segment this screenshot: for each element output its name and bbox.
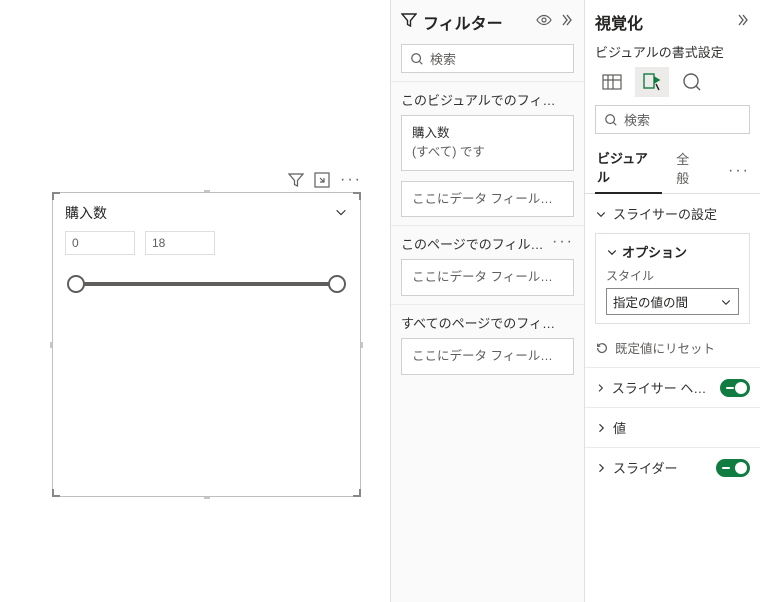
tab-visual[interactable]: ビジュアル [595,148,662,194]
options-title[interactable]: オプション [606,242,739,261]
slicer-header-row[interactable]: スライサー ヘッ… [585,367,760,407]
reset-to-default[interactable]: 既定値にリセット [585,332,760,367]
slider-row[interactable]: スライダー [585,447,760,487]
slider-min-input[interactable] [65,231,135,255]
range-slider[interactable] [67,271,346,311]
more-icon[interactable]: ··· [728,163,750,179]
visualizations-panel: 視覚化 ビジュアルの書式設定 検索 ビジュアル 全般 ··· スライサーの設定 [584,0,760,602]
viz-search[interactable]: 検索 [595,105,750,134]
build-visual-icon[interactable] [595,67,629,97]
style-label: スタイル [606,267,739,284]
filter-icon [401,12,417,33]
filter-search[interactable]: 検索 [401,44,574,73]
filter-drop-all[interactable]: ここにデータ フィールド… [401,338,574,375]
filter-section-visual-label: このビジュアルでのフィルター… [401,90,561,109]
filters-panel: フィルター 検索 このビジュアルでのフィルター… 購入数 (すべて) です ここ… [390,0,584,602]
filter-drop-page[interactable]: ここにデータ フィールド… [401,259,574,296]
expand-icon[interactable] [558,12,574,33]
viz-subtitle: ビジュアルの書式設定 [585,42,760,67]
filter-drop-visual[interactable]: ここにデータ フィールド… [401,181,574,218]
viz-search-placeholder: 検索 [624,110,650,129]
eye-icon[interactable] [536,12,552,33]
filters-title: フィルター [423,10,503,34]
toggle-slicer-header[interactable] [720,379,750,397]
analytics-icon[interactable] [675,67,709,97]
tab-general[interactable]: 全般 [674,149,704,193]
style-select[interactable]: 指定の値の間 [606,288,739,315]
more-options-icon[interactable]: ··· [340,172,362,193]
more-icon[interactable]: ··· [552,234,574,253]
slicer-visual[interactable]: 購入数 [52,192,361,497]
toggle-slider[interactable] [716,459,750,477]
focus-mode-icon[interactable] [314,172,330,193]
filter-card-field[interactable]: 購入数 (すべて) です [401,115,574,171]
format-visual-icon[interactable] [635,67,669,97]
value-row[interactable]: 値 [585,407,760,447]
chevron-down-icon[interactable] [334,205,348,222]
filter-icon[interactable] [288,172,304,193]
slider-thumb-min[interactable] [67,275,85,293]
viz-title: 視覚化 [595,10,643,34]
visual-toolbar: ··· [288,172,362,193]
options-card: オプション スタイル 指定の値の間 [595,233,750,324]
filter-section-all-label: すべてのページでのフィルター… [401,313,561,332]
search-placeholder: 検索 [430,49,456,68]
slider-thumb-max[interactable] [328,275,346,293]
filter-section-page-label: このページでのフィルター [401,234,552,253]
slider-max-input[interactable] [145,231,215,255]
visual-title: 購入数 [65,203,107,223]
expand-icon[interactable] [734,12,750,33]
slicer-settings-row[interactable]: スライサーの設定 [585,194,760,233]
report-canvas: ··· 購入数 [0,0,390,602]
